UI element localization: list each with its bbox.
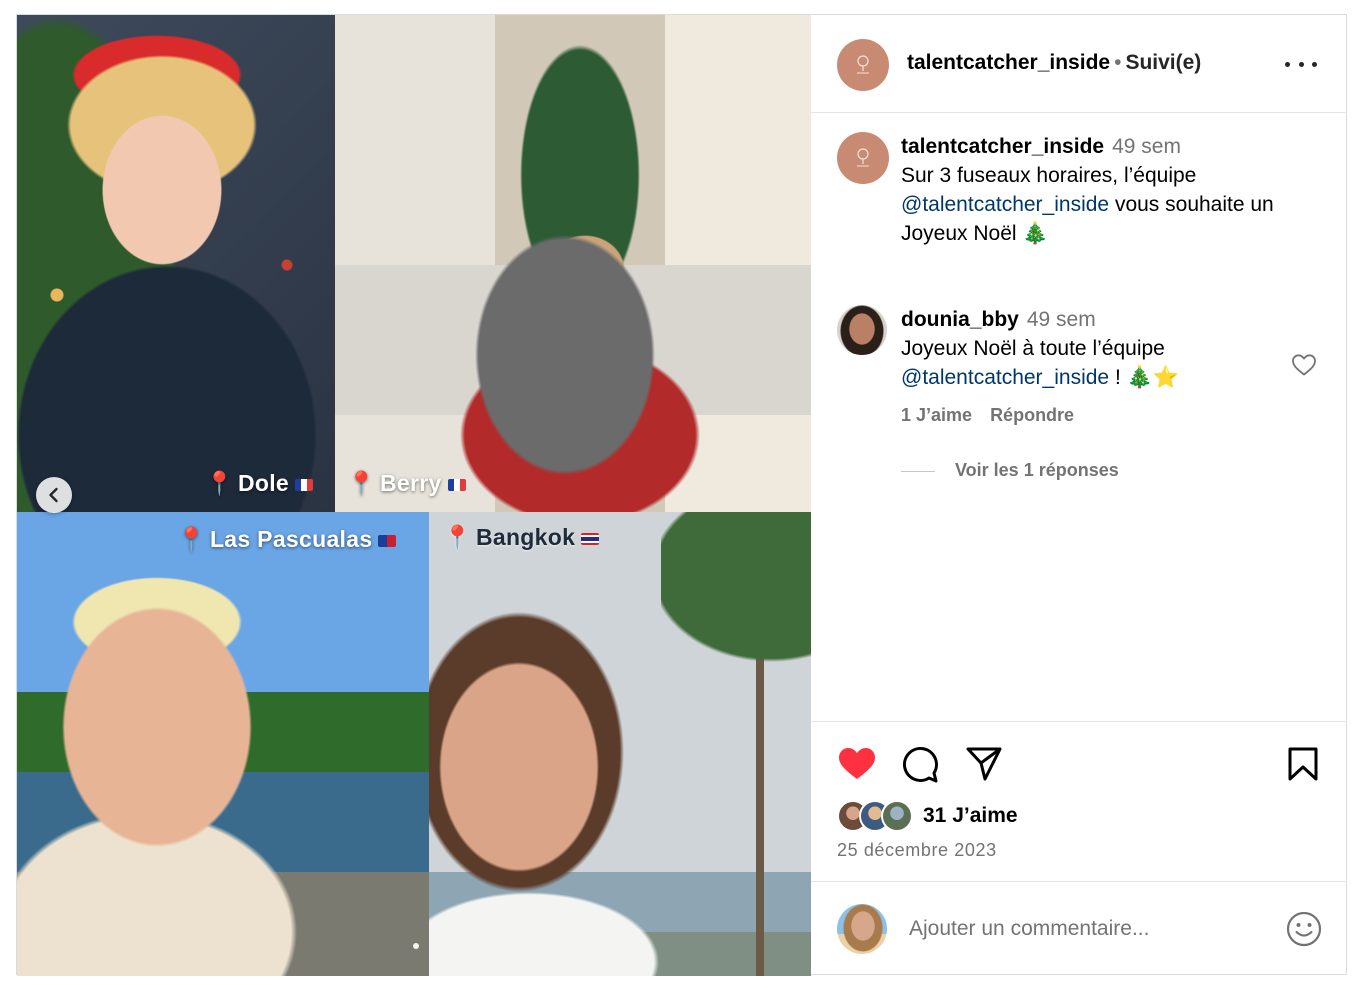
- location-name: Dole: [237, 470, 289, 496]
- more-icon: [1312, 61, 1317, 67]
- bookmark-icon: [1288, 747, 1318, 781]
- location-pin-icon: 📍: [347, 470, 376, 496]
- chevron-left-icon: [49, 487, 58, 503]
- caption-username-link[interactable]: talentcatcher_inside: [901, 135, 1104, 158]
- replies-divider: [901, 470, 935, 472]
- post-actions-section: 31 J’aime 25 décembre 2023: [811, 721, 1347, 882]
- commenter-username-link[interactable]: dounia_bby: [901, 308, 1019, 331]
- location-pin-icon: 📍: [177, 526, 206, 552]
- caption-author-avatar[interactable]: [837, 132, 889, 184]
- liker-avatar: [881, 800, 913, 832]
- photo-berry: 📍 Berry: [335, 15, 811, 512]
- palm-tree-decoration: [661, 512, 811, 976]
- comment-likes-link[interactable]: 1 J’aime: [901, 405, 972, 425]
- emoji-button[interactable]: [1285, 910, 1323, 953]
- view-replies-button[interactable]: Voir les 1 réponses: [901, 460, 1119, 481]
- save-button[interactable]: [1287, 746, 1319, 787]
- comment-like-button[interactable]: [1291, 353, 1317, 382]
- like-button[interactable]: [837, 746, 877, 787]
- location-pin-icon: 📍: [443, 524, 472, 550]
- comment-timestamp[interactable]: 49 sem: [1027, 308, 1096, 331]
- location-label-las-pascualas: 📍 Las Pascualas: [177, 526, 397, 553]
- location-pin-icon: 📍: [205, 470, 234, 496]
- more-options-button[interactable]: [1285, 55, 1317, 73]
- dominican-flag-icon: [378, 534, 397, 547]
- more-icon: [1298, 61, 1304, 67]
- add-comment-bar: [811, 881, 1347, 977]
- location-label-dole: 📍 Dole: [205, 470, 313, 497]
- france-flag-icon: [447, 478, 466, 491]
- comment-button[interactable]: [901, 746, 939, 789]
- reply-button[interactable]: Répondre: [990, 405, 1074, 425]
- photo-las-pascualas: 📍 Las Pascualas: [17, 512, 429, 976]
- post-date[interactable]: 25 décembre 2023: [837, 840, 997, 861]
- caption-text-part: Sur 3 fuseaux horaires, l’équipe: [901, 164, 1197, 187]
- share-button[interactable]: [965, 746, 1003, 787]
- comment-text-part: Joyeux Noël à toute l’équipe: [901, 337, 1165, 360]
- caption-timestamp[interactable]: 49 sem: [1112, 135, 1181, 158]
- post-side-panel: talentcatcher_inside • Suivi(e) talentcatc…: [811, 15, 1347, 976]
- more-icon: [1285, 61, 1290, 67]
- comment-input[interactable]: [907, 912, 1251, 946]
- commenter-avatar[interactable]: [837, 305, 887, 355]
- heart-icon: [839, 748, 875, 779]
- separator-dot: •: [1114, 51, 1122, 74]
- author-avatar[interactable]: [837, 39, 889, 91]
- france-flag-icon: [295, 478, 313, 491]
- brand-logo-icon: [857, 55, 869, 74]
- brand-logo-icon: [857, 148, 869, 167]
- caption-text: talentcatcher_inside 49 sem Sur 3 fuseaux…: [901, 132, 1321, 248]
- comment-icon: [903, 747, 938, 783]
- post-media-collage[interactable]: 📍 Dole 📍 Berry 📍 Las Pascualas 📍 Bangkok: [17, 15, 811, 976]
- emoji-icon: [1286, 911, 1322, 947]
- carousel-indicator: [413, 943, 419, 949]
- post-container: 📍Dole 📍Berry 📍Las Pascualas 📍Bangkok: [16, 14, 1347, 976]
- location-name: Berry: [379, 470, 442, 496]
- share-icon: [966, 747, 1002, 781]
- heart-outline-icon: [1292, 354, 1316, 376]
- comment-meta: 1 J’aime Répondre: [901, 405, 1092, 426]
- current-user-avatar: [837, 904, 887, 954]
- location-name: Las Pascualas: [209, 526, 373, 552]
- likes-summary[interactable]: 31 J’aime: [837, 800, 1018, 832]
- post-header: talentcatcher_inside • Suivi(e): [811, 15, 1347, 113]
- previous-media-button[interactable]: [36, 477, 72, 513]
- comment-mention-link[interactable]: @talentcatcher_inside: [901, 366, 1109, 389]
- photo-dole: 📍 Dole: [17, 15, 335, 512]
- view-replies-label: Voir les 1 réponses: [955, 460, 1119, 480]
- comment-text: dounia_bby 49 sem Joyeux Noël à toute l’é…: [901, 305, 1281, 392]
- follow-status-button[interactable]: Suivi(e): [1125, 51, 1201, 74]
- caption-mention-link[interactable]: @talentcatcher_inside: [901, 193, 1109, 216]
- location-name: Bangkok: [475, 524, 576, 550]
- location-label-bangkok: 📍 Bangkok: [443, 524, 600, 551]
- comment-text-part: ! 🎄⭐: [1109, 366, 1179, 389]
- author-username-link[interactable]: talentcatcher_inside: [907, 51, 1110, 74]
- carousel-dot: [413, 943, 419, 949]
- likes-count[interactable]: 31 J’aime: [923, 804, 1018, 828]
- header-user-line: talentcatcher_inside • Suivi(e): [907, 51, 1201, 75]
- location-label-berry: 📍 Berry: [347, 470, 466, 497]
- thailand-flag-icon: [581, 532, 600, 545]
- photo-bangkok: 📍 Bangkok: [429, 512, 811, 976]
